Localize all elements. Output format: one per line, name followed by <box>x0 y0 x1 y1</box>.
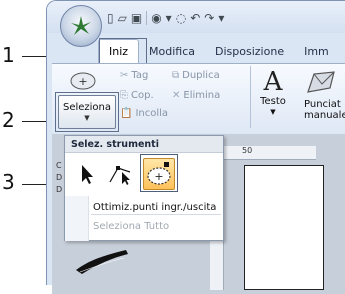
tab-disposizione[interactable]: Disposizione <box>205 40 294 64</box>
select-tool-ribbon-icon[interactable]: + <box>66 70 100 92</box>
paste-button[interactable]: 📋 Incolla <box>120 108 168 119</box>
embroidery-preview-image <box>72 246 132 276</box>
new-file-icon[interactable]: ▯ <box>107 10 114 26</box>
stitch-icon[interactable]: ◌ <box>176 10 186 26</box>
menu-item-select-all: Seleziona Tutto <box>93 221 170 232</box>
callout-highlight-tool <box>140 154 178 192</box>
dropdown-arrow-icon: ▼ <box>270 108 276 116</box>
svg-text:+: + <box>78 75 87 88</box>
quick-access-toolbar: ▯ ▱ ▣ ◉ ▾ ◌ ↶ ↷ ▾ <box>107 9 224 27</box>
menu-item-optimize-entry-exit[interactable]: Ottimiz.punti ingr./uscita <box>93 202 216 213</box>
tag-button[interactable]: ✂ Tag <box>120 70 148 81</box>
menu-header: Selez. strumenti <box>65 136 223 153</box>
punch-icon <box>307 71 335 93</box>
horizontal-ruler: 50 <box>210 146 316 160</box>
delete-icon: ✕ <box>172 90 181 101</box>
callout-highlight-seleziona <box>55 92 119 132</box>
point-select-tool[interactable] <box>105 158 137 190</box>
text-A-icon: A <box>263 67 283 97</box>
customize-qat-icon[interactable]: ▾ <box>218 10 224 26</box>
menu-gutter <box>65 196 89 241</box>
delete-button[interactable]: ✕ Elimina <box>172 90 220 101</box>
save-icon[interactable]: ▣ <box>131 10 142 26</box>
point-edit-icon <box>109 166 131 185</box>
color-dropdown-icon[interactable]: ▾ <box>166 10 172 26</box>
color-icon[interactable]: ◉ <box>151 10 161 26</box>
ribbon-tabs: Iniz Modifica Disposizione Imm <box>52 39 339 64</box>
callout-number-3: 3 <box>2 170 15 194</box>
application-button[interactable] <box>60 5 102 47</box>
open-folder-icon[interactable]: ▱ <box>118 10 127 26</box>
paste-icon: 📋 <box>120 108 133 119</box>
copy-icon: ⎘ <box>120 90 128 101</box>
duplicate-button[interactable]: ⧉ Duplica <box>172 70 220 81</box>
tab-modifica[interactable]: Modifica <box>139 40 205 64</box>
redo-icon[interactable]: ↷ <box>204 10 214 26</box>
app-logo-icon <box>71 16 91 35</box>
duplicate-icon: ⧉ <box>172 70 180 81</box>
scissors-icon: ✂ <box>120 70 129 81</box>
copy-button[interactable]: ⎘ Cop. <box>120 90 154 101</box>
design-page[interactable] <box>244 165 324 290</box>
tab-immagine[interactable]: Imm <box>294 40 339 64</box>
callout-number-1: 1 <box>2 43 15 67</box>
ribbon-group-separator <box>250 66 251 128</box>
manual-punch-button[interactable]: Punciat manuale <box>304 68 345 121</box>
callout-number-2: 2 <box>2 108 15 132</box>
toolbar-separator <box>146 11 148 25</box>
undo-icon[interactable]: ↶ <box>190 10 200 26</box>
menu-divider <box>91 214 221 215</box>
select-arrow-tool[interactable] <box>71 158 103 190</box>
arrow-cursor-icon <box>82 165 93 184</box>
text-button[interactable]: A Testo ▼ <box>256 68 290 118</box>
